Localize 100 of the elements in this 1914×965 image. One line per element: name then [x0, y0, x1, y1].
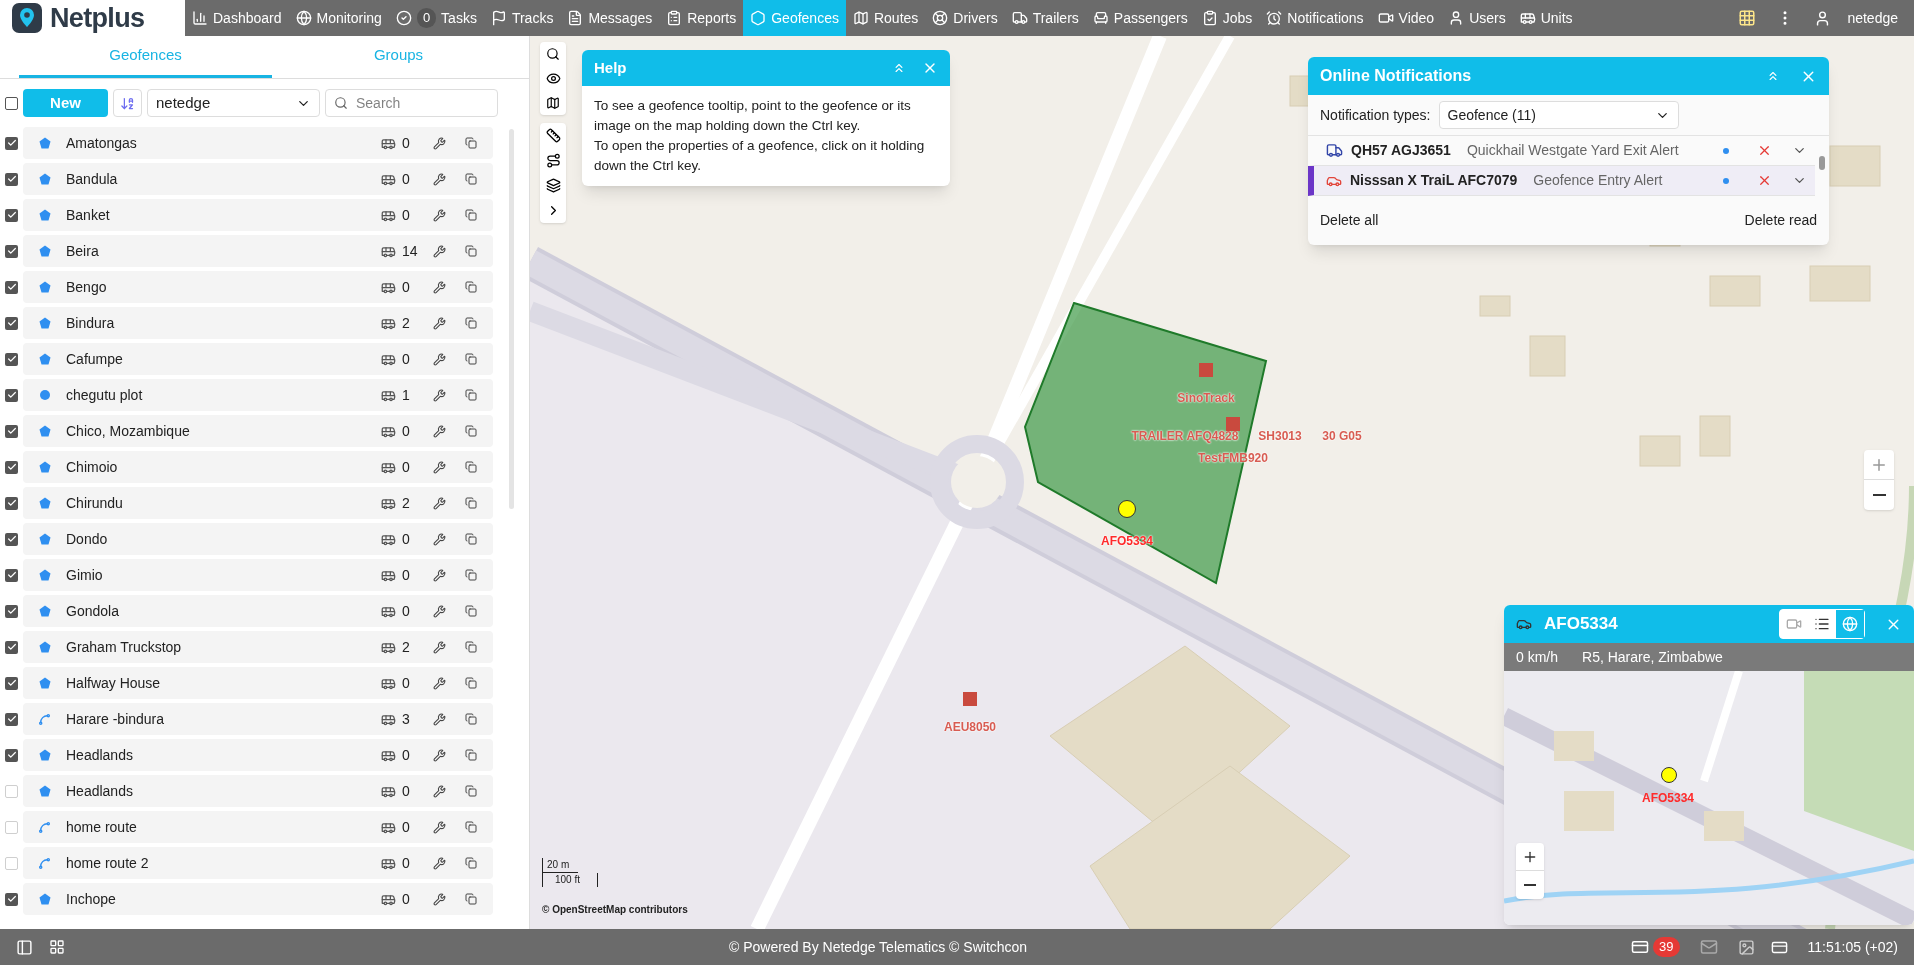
- geofence-row[interactable]: Cafumpe 0: [23, 343, 493, 375]
- sidebar-toggle-icon[interactable]: [16, 938, 33, 956]
- geofence-row[interactable]: Chimoio 0: [23, 451, 493, 483]
- wrench-icon[interactable]: [433, 136, 446, 150]
- geofence-row[interactable]: Chirundu 2: [23, 487, 493, 519]
- nav-tab[interactable]: Users: [1441, 0, 1513, 36]
- eye-icon[interactable]: [545, 71, 561, 86]
- row-checkbox[interactable]: [5, 496, 18, 510]
- wrench-icon[interactable]: [433, 496, 446, 510]
- wrench-icon[interactable]: [433, 604, 446, 618]
- copy-icon[interactable]: [465, 821, 477, 833]
- type-dropdown[interactable]: Geofence (11): [1438, 101, 1679, 129]
- copy-icon[interactable]: [465, 857, 477, 869]
- geofence-row[interactable]: Headlands 0: [23, 775, 493, 807]
- wrench-icon[interactable]: [433, 748, 446, 762]
- geofence-row[interactable]: Halfway House 0: [23, 667, 493, 699]
- geofence-row[interactable]: Dondo 0: [23, 523, 493, 555]
- nav-tab[interactable]: Dashboard: [185, 0, 289, 36]
- search-icon[interactable]: [546, 47, 560, 61]
- layers-icon[interactable]: [545, 178, 561, 193]
- row-checkbox[interactable]: [5, 748, 18, 762]
- wrench-icon[interactable]: [433, 820, 446, 834]
- nav-tab[interactable]: Jobs: [1194, 0, 1260, 36]
- geofence-row[interactable]: Gondola 0: [23, 595, 493, 627]
- scrollbar-thumb[interactable]: [508, 129, 514, 509]
- geofence-row[interactable]: Bindura 2: [23, 307, 493, 339]
- search-field[interactable]: Search: [325, 89, 498, 117]
- row-checkbox[interactable]: [5, 136, 18, 150]
- map-icon[interactable]: [546, 96, 560, 110]
- row-checkbox[interactable]: [5, 676, 18, 690]
- copy-icon[interactable]: [465, 749, 477, 761]
- account-dropdown[interactable]: netedge: [147, 89, 320, 117]
- delete-read-link[interactable]: Delete read: [1744, 210, 1817, 231]
- nav-tab[interactable]: Tracks: [483, 0, 561, 36]
- copy-icon[interactable]: [465, 497, 477, 509]
- geofence-row[interactable]: home route 0: [23, 811, 493, 843]
- copy-icon[interactable]: [465, 137, 477, 149]
- wrench-icon[interactable]: [433, 244, 446, 258]
- geofence-row[interactable]: Bengo 0: [23, 271, 493, 303]
- copy-icon[interactable]: [465, 389, 477, 401]
- nav-tab[interactable]: Video: [1370, 0, 1442, 36]
- nav-tab[interactable]: Units: [1512, 0, 1580, 36]
- copy-icon[interactable]: [465, 281, 477, 293]
- route-icon[interactable]: [545, 153, 561, 168]
- wrench-icon[interactable]: [433, 316, 446, 330]
- row-checkbox[interactable]: [5, 172, 18, 186]
- row-checkbox[interactable]: [5, 856, 18, 870]
- copy-icon[interactable]: [465, 893, 477, 905]
- wrench-icon[interactable]: [433, 784, 446, 798]
- copy-icon[interactable]: [465, 245, 477, 257]
- wrench-icon[interactable]: [433, 424, 446, 438]
- copy-icon[interactable]: [465, 461, 477, 473]
- delete-icon[interactable]: [1757, 173, 1772, 188]
- copy-icon[interactable]: [465, 425, 477, 437]
- geofence-row[interactable]: Harare -bindura 3: [23, 703, 493, 735]
- copy-icon[interactable]: [465, 677, 477, 689]
- row-checkbox[interactable]: [5, 640, 18, 654]
- delete-all-link[interactable]: Delete all: [1320, 210, 1379, 231]
- notification-row[interactable]: Nisssan X TraiL AFC7079 Geofence Entry Alert: [1308, 166, 1815, 196]
- wrench-icon[interactable]: [433, 856, 446, 870]
- row-checkbox[interactable]: [5, 532, 18, 546]
- row-checkbox[interactable]: [5, 388, 18, 402]
- wrench-icon[interactable]: [433, 280, 446, 294]
- nav-tab[interactable]: Trailers: [1004, 0, 1086, 36]
- nav-tab[interactable]: Monitoring: [288, 0, 389, 36]
- user-menu[interactable]: netedge: [1847, 0, 1914, 36]
- nav-tab[interactable]: Routes: [845, 0, 926, 36]
- copy-icon[interactable]: [465, 569, 477, 581]
- copy-icon[interactable]: [465, 173, 477, 185]
- geofence-row[interactable]: Banket 0: [23, 199, 493, 231]
- copy-icon[interactable]: [465, 713, 477, 725]
- wrench-icon[interactable]: [433, 640, 446, 654]
- copy-icon[interactable]: [465, 317, 477, 329]
- copy-icon[interactable]: [465, 209, 477, 221]
- wrench-icon[interactable]: [433, 388, 446, 402]
- row-checkbox[interactable]: [5, 784, 18, 798]
- row-checkbox[interactable]: [5, 568, 18, 582]
- row-checkbox[interactable]: [5, 424, 18, 438]
- wrench-icon[interactable]: [433, 352, 446, 366]
- nav-tab[interactable]: 0 Tasks: [388, 0, 484, 36]
- row-checkbox[interactable]: [5, 604, 18, 618]
- ruler-icon[interactable]: [545, 128, 561, 143]
- geofence-row[interactable]: Beira 14: [23, 235, 493, 267]
- wrench-icon[interactable]: [433, 676, 446, 690]
- row-checkbox[interactable]: [5, 316, 18, 330]
- geofence-row[interactable]: Graham Truckstop 2: [23, 631, 493, 663]
- row-checkbox[interactable]: [5, 352, 18, 366]
- geofence-row[interactable]: chegutu plot 1: [23, 379, 493, 411]
- row-checkbox[interactable]: [5, 820, 18, 834]
- nav-tab[interactable]: Messages: [560, 0, 660, 36]
- wrench-icon[interactable]: [433, 568, 446, 582]
- geofence-row[interactable]: Gimio 0: [23, 559, 493, 591]
- nav-tab[interactable]: Passengers: [1085, 0, 1195, 36]
- geofence-row[interactable]: Bandula 0: [23, 163, 493, 195]
- geofence-row[interactable]: Chico, Mozambique 0: [23, 415, 493, 447]
- row-checkbox[interactable]: [5, 892, 18, 906]
- apps-grid-icon[interactable]: [1738, 9, 1757, 27]
- row-checkbox[interactable]: [5, 460, 18, 474]
- nav-tab[interactable]: Reports: [659, 0, 744, 36]
- geofence-row[interactable]: home route 2 0: [23, 847, 493, 879]
